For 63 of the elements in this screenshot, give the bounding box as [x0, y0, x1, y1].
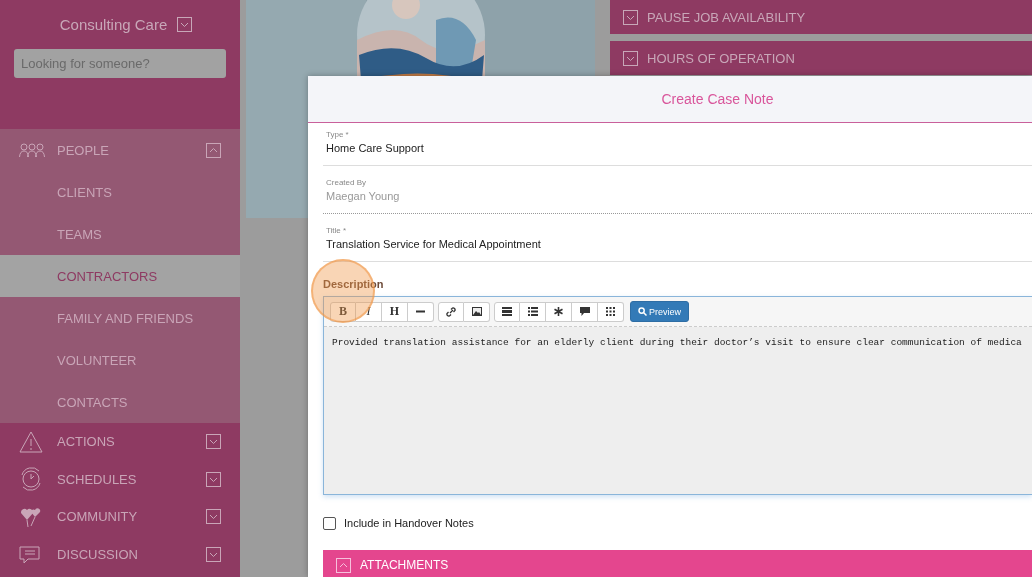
field-label: Created By [326, 178, 368, 188]
comment-button[interactable] [572, 301, 598, 322]
people-icon [19, 142, 45, 158]
chat-icon [19, 544, 43, 565]
description-text: Provided translation assistance for an elderly client during their doctor’s visit to ensure clear communication of medica [331, 336, 1023, 348]
italic-button[interactable]: I [356, 301, 382, 322]
list-icon [527, 307, 538, 316]
checkbox-label[interactable]: Include in Handover Notes [344, 517, 474, 529]
expand-icon[interactable] [336, 557, 351, 573]
expand-icon[interactable] [206, 547, 221, 563]
preview-button[interactable]: Preview [630, 301, 689, 322]
search-icon [638, 307, 647, 316]
attachments-bar[interactable]: ATTACHMENTS [323, 550, 1032, 577]
field-value: Home Care Support [326, 141, 425, 156]
comment-icon [579, 307, 590, 316]
dropdown-icon[interactable] [177, 17, 193, 32]
search-field[interactable]: Looking for someone? [14, 49, 226, 78]
field-label: Title * [326, 226, 348, 236]
link-button[interactable] [438, 301, 464, 322]
input-field[interactable]: Type * Home Care Support [323, 130, 1032, 166]
field-value: Maegan Young [326, 189, 401, 204]
nav-item[interactable]: FAMILY AND FRIENDS [0, 297, 240, 339]
expand-icon[interactable] [206, 434, 221, 450]
nav-section[interactable]: ACTIONS [57, 434, 206, 450]
asterisk-icon [554, 307, 563, 316]
grid-button[interactable] [598, 301, 624, 322]
checkbox[interactable] [323, 516, 336, 530]
image-button[interactable] [464, 301, 490, 322]
nav-item[interactable]: VOLUNTEER [0, 339, 240, 381]
expand-icon[interactable] [623, 9, 638, 25]
image-icon [471, 307, 482, 316]
list-button[interactable] [520, 301, 546, 322]
expand-icon[interactable] [206, 471, 221, 487]
code-block-button[interactable] [494, 301, 520, 322]
expand-icon[interactable] [206, 509, 221, 525]
nav-section[interactable]: COMMUNITY [57, 509, 206, 525]
nav-section[interactable]: DISCUSSION [57, 547, 206, 563]
nav-item[interactable]: CONTACTS [0, 381, 240, 423]
hearts-icon [19, 506, 43, 528]
nav-section[interactable]: PEOPLE [57, 142, 206, 158]
nav-section[interactable]: SCHEDULES [57, 471, 206, 487]
asterisk-button[interactable] [546, 301, 572, 322]
link-icon [446, 306, 456, 317]
input-field[interactable]: Title * Translation Service for Medical Appointment [323, 226, 1032, 262]
field-value: Translation Service for Medical Appointment [326, 237, 542, 252]
nav-item[interactable]: TEAMS [0, 213, 240, 255]
nav-item[interactable]: CLIENTS [0, 171, 240, 213]
dialog-title: Create Case Note [661, 91, 774, 107]
organization-name[interactable]: Consulting Care [59, 16, 168, 33]
expand-icon[interactable] [623, 50, 638, 66]
grid-icon [606, 307, 615, 316]
block-icon [502, 307, 512, 316]
bold-button[interactable]: B [330, 301, 356, 322]
text-editor[interactable]: B I H Preview Provided translation assistance for an elderly client during their doctor’s visit to ensure clear communication of medica [323, 296, 1032, 495]
panel-title[interactable]: HOURS OF OPERATION [647, 50, 795, 66]
panel-title[interactable]: PAUSE JOB AVAILABILITY [647, 9, 806, 25]
clock-icon [19, 467, 43, 492]
nav-item[interactable]: CONTRACTORS [0, 255, 240, 297]
warning-icon [19, 430, 43, 453]
dash-icon [416, 310, 425, 313]
heading-button[interactable]: H [382, 301, 408, 322]
collapse-icon[interactable] [206, 142, 221, 158]
field-label: Type * [326, 130, 350, 140]
